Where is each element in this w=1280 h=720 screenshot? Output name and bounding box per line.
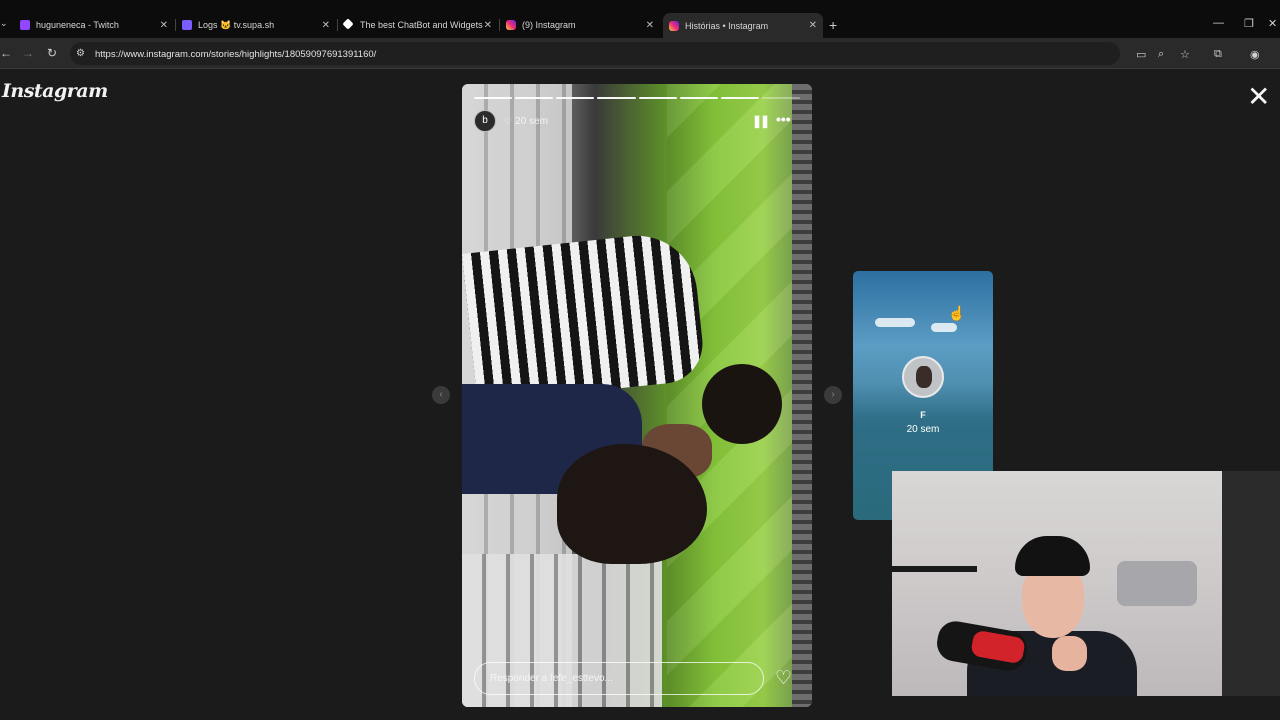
story-progress-segment: [638, 97, 677, 99]
webcam-mic-arm: [892, 566, 977, 572]
story-progress-bar: [474, 97, 800, 99]
twitch-favicon-icon: [20, 20, 30, 30]
reload-icon[interactable]: ↻: [47, 46, 57, 60]
tab-title: Histórias • Instagram: [685, 20, 769, 31]
back-icon[interactable]: ←: [0, 46, 12, 60]
cloud-shape: [931, 323, 957, 332]
instagram-favicon-icon: [669, 20, 679, 31]
zoom-icon[interactable]: ⌕: [1158, 48, 1164, 61]
story-author-avatar[interactable]: b: [474, 110, 496, 132]
story-progress-segment: [556, 97, 595, 99]
tab-historias-instagram[interactable]: Histórias • Instagram ✕: [663, 13, 823, 38]
next-story-time: 20 sem: [906, 424, 940, 435]
tab-twitch[interactable]: huguneneca - Twitch ✕: [14, 14, 174, 36]
instagram-logo[interactable]: Instagram: [2, 80, 108, 102]
webcam-person-hand: [1052, 636, 1087, 671]
tab-logs[interactable]: Logs 🐱 tv.supa.sh ✕: [176, 14, 336, 36]
browser-toolbar: ← → ↻ ⚙ https://www.instagram.com/storie…: [0, 38, 1280, 69]
story-progress-segment: [515, 97, 554, 99]
story-photo-crowd-far: [792, 84, 812, 707]
tab-title: Logs 🐱 tv.supa.sh: [198, 19, 275, 30]
extensions-icon[interactable]: ⧉: [1214, 48, 1222, 61]
forward-icon[interactable]: →: [22, 46, 34, 60]
tab-close-icon[interactable]: ✕: [484, 20, 492, 31]
webcam-overlay: [892, 471, 1280, 696]
webcam-curtain: [1222, 471, 1280, 696]
bookmark-star-icon[interactable]: ☆: [1180, 48, 1190, 61]
reply-placeholder: Responder a fefe_esttevo...: [490, 673, 613, 684]
instagram-favicon-icon: [506, 20, 516, 30]
cloud-shape: [875, 318, 915, 327]
story-viewer[interactable]: b ♡ 20 sem ❚❚ ••• Responder a fefe_estte…: [462, 84, 812, 707]
story-photo-head: [702, 364, 782, 444]
next-story-icon[interactable]: ›: [824, 386, 842, 404]
new-tab-button[interactable]: +: [829, 17, 837, 33]
highlight-heart-icon: ♡: [504, 117, 512, 126]
story-meta: ♡ 20 sem: [504, 116, 548, 127]
tab-instagram[interactable]: (9) Instagram ✕: [500, 14, 660, 36]
tab-close-icon[interactable]: ✕: [322, 20, 330, 31]
tab-title: (9) Instagram: [522, 20, 576, 30]
next-story-username: F: [920, 410, 926, 420]
hand-cursor-icon: ☝: [948, 305, 966, 321]
story-progress-segment: [474, 97, 513, 99]
address-bar-url[interactable]: https://www.instagram.com/stories/highli…: [95, 49, 376, 60]
tab-close-icon[interactable]: ✕: [809, 20, 817, 31]
more-options-icon[interactable]: •••: [776, 111, 791, 127]
story-progress-segment: [720, 97, 759, 99]
like-heart-icon[interactable]: ♡: [775, 667, 792, 690]
tab-search-icon[interactable]: ⌄: [0, 18, 8, 29]
next-story-avatar[interactable]: [902, 356, 944, 398]
webcam-pillow: [1117, 561, 1197, 606]
minimize-icon[interactable]: —: [1213, 17, 1224, 29]
previous-story-icon[interactable]: ‹: [432, 386, 450, 404]
story-time: 20 sem: [515, 116, 548, 127]
tab-title: huguneneca - Twitch: [36, 20, 119, 30]
supa-favicon-icon: [182, 20, 192, 30]
close-story-icon[interactable]: ✕: [1247, 83, 1270, 111]
tab-title: The best ChatBot and Widgets: [360, 20, 483, 30]
restore-icon[interactable]: ❐: [1244, 17, 1254, 30]
tab-close-icon[interactable]: ✕: [160, 20, 168, 31]
chatbot-favicon-icon: [342, 18, 354, 30]
story-progress-segment: [761, 97, 800, 99]
story-progress-segment: [597, 97, 636, 99]
story-progress-segment: [679, 97, 718, 99]
tab-chatbot[interactable]: The best ChatBot and Widgets ✕: [338, 14, 498, 36]
install-app-icon[interactable]: ▭: [1136, 48, 1146, 61]
reply-input[interactable]: Responder a fefe_esttevo...: [474, 662, 764, 695]
browser-tab-strip: ⌄ huguneneca - Twitch ✕ Logs 🐱 tv.supa.s…: [0, 0, 1280, 38]
pause-icon[interactable]: ❚❚: [752, 114, 770, 128]
profile-icon[interactable]: ◉: [1250, 48, 1260, 61]
story-photo-jersey: [462, 229, 707, 404]
webcam-person-cap: [1015, 536, 1090, 576]
window-close-icon[interactable]: ✕: [1268, 17, 1277, 30]
site-info-icon[interactable]: ⚙: [76, 48, 85, 59]
tab-close-icon[interactable]: ✕: [646, 20, 654, 31]
